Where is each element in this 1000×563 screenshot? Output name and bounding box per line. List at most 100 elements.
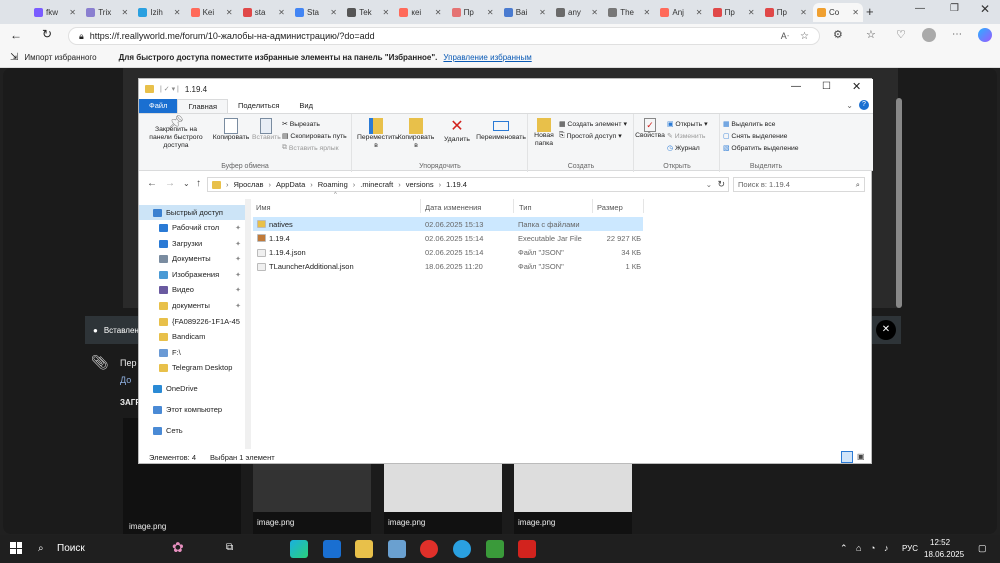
import-favorites-link[interactable]: Импорт избранного	[24, 53, 96, 62]
minimize-button[interactable]: —	[791, 81, 801, 92]
thumb-3[interactable]: image.png	[384, 458, 502, 534]
nav-item[interactable]: Сеть	[139, 423, 245, 438]
nav-item[interactable]: Рабочий стол ✦	[139, 220, 245, 235]
open-button[interactable]: ▣ Открыть ▾	[667, 120, 708, 129]
move-to-button[interactable]: Переместить в	[357, 118, 399, 150]
close-tab-icon[interactable]: ✕	[382, 8, 389, 17]
browser-tab[interactable]: Kei ✕	[187, 3, 237, 22]
copy-path-button[interactable]: ▤ Скопировать путь	[282, 132, 347, 141]
file-row[interactable]: 1.19.4.json 02.06.2025 15:14 Файл "JSON" 34…	[253, 246, 643, 260]
favorites-icon[interactable]: ☆	[866, 28, 876, 41]
browser-tab[interactable]: Пр ✕	[448, 3, 498, 22]
page-scrollbar[interactable]	[896, 98, 902, 308]
nav-scrollbar[interactable]	[245, 199, 251, 449]
paste-shortcut-button[interactable]: ⧉ Вставить ярлык	[282, 144, 339, 152]
breadcrumb[interactable]: › Ярослав › AppData › Roaming › .minecraft ›…	[207, 177, 729, 192]
invert-selection-button[interactable]: ▧ Обратить выделение	[723, 144, 799, 153]
browser-tab[interactable]: Sta ✕	[291, 3, 341, 22]
read-aloud-icon[interactable]: Aᐧ	[781, 31, 789, 42]
pin-button[interactable]: 📌︎ Закрепить на панели быстрого доступа	[143, 115, 209, 150]
manage-favorites-link[interactable]: Управление избранным	[443, 53, 531, 62]
breadcrumb-item[interactable]: 1.19.4	[446, 180, 467, 189]
properties-button[interactable]: ✓ Свойства	[635, 118, 665, 140]
browser-tab[interactable]: Пр ✕	[761, 3, 811, 22]
tab-home[interactable]: Главная	[177, 99, 228, 113]
nav-item[interactable]: Загрузки ✦	[139, 236, 245, 251]
file-row[interactable]: 1.19.4 02.06.2025 15:14 Executable Jar Fil…	[253, 231, 643, 245]
clock-time[interactable]: 12:52	[930, 538, 950, 547]
attach-sub[interactable]: До	[120, 375, 131, 385]
language-indicator[interactable]: РУС	[902, 544, 918, 553]
volume-icon[interactable]: ♪	[884, 543, 889, 553]
nav-item[interactable]: Telegram Desktop	[139, 360, 245, 375]
pin-icon[interactable]: ✦	[235, 286, 241, 294]
tray-chevron-icon[interactable]: ⌃	[840, 543, 848, 554]
nav-item[interactable]: Bandicam	[139, 329, 245, 344]
app-taskbar-icon[interactable]	[388, 540, 406, 558]
nav-item[interactable]: OneDrive	[139, 381, 245, 396]
new-folder-button[interactable]: Новая папка	[531, 118, 557, 148]
browser-tab[interactable]: Co ✕	[813, 3, 863, 22]
star-icon[interactable]: ☆	[800, 31, 809, 42]
thumb-4[interactable]: image.png	[514, 458, 632, 534]
select-none-button[interactable]: ▢ Снять выделение	[723, 132, 787, 141]
column-date[interactable]: Дата изменения	[425, 203, 481, 212]
quick-access-toolbar[interactable]: | ✓ ▾ |	[160, 85, 179, 93]
close-tab-icon[interactable]: ✕	[121, 8, 128, 17]
minimize-button[interactable]: —	[915, 3, 925, 14]
breadcrumb-item[interactable]: Ярослав	[234, 180, 264, 189]
cut-button[interactable]: ✂ Вырезать	[282, 120, 320, 129]
heart-icon[interactable]: ♡	[896, 28, 906, 41]
edge-icon[interactable]	[290, 540, 308, 558]
browser-tab[interactable]: Пр ✕	[709, 3, 759, 22]
close-tab-icon[interactable]: ✕	[643, 8, 650, 17]
explorer-taskbar-icon[interactable]	[355, 540, 373, 558]
file-row[interactable]: TLauncherAdditional.json 18.06.2025 11:20…	[253, 260, 643, 274]
maximize-button[interactable]: ❐	[950, 3, 959, 14]
recent-dropdown-icon[interactable]: ⌄	[183, 179, 190, 188]
breadcrumb-item[interactable]: AppData	[276, 180, 305, 189]
browser-tab[interactable]: Trix ✕	[82, 3, 132, 22]
new-tab-button[interactable]: +	[866, 4, 874, 19]
pin-icon[interactable]: ✦	[235, 224, 241, 232]
browser-tab[interactable]: Izih ✕	[134, 3, 184, 22]
file-row[interactable]: natives 02.06.2025 15:13 Папка с файлами	[253, 217, 643, 231]
column-size[interactable]: Размер	[597, 203, 623, 212]
copilot-icon[interactable]	[978, 28, 992, 42]
select-all-button[interactable]: ▦ Выделить все	[723, 120, 775, 129]
back-icon[interactable]: ←	[10, 28, 22, 42]
anydesk-icon[interactable]	[518, 540, 536, 558]
up-arrow-icon[interactable]: ↑	[196, 178, 201, 189]
edit-button[interactable]: ✎ Изменить	[667, 132, 705, 141]
taskbar-search[interactable]: Поиск	[57, 543, 85, 554]
pin-icon[interactable]: ✦	[235, 255, 241, 263]
browser-tab[interactable]: Ваі ✕	[500, 3, 550, 22]
browser-tab[interactable]: sta ✕	[239, 3, 289, 22]
breadcrumb-item[interactable]: Roaming	[318, 180, 348, 189]
close-tab-icon[interactable]: ✕	[278, 8, 285, 17]
notification-icon[interactable]: ▢	[978, 543, 987, 554]
nav-item[interactable]: Быстрый доступ	[139, 205, 245, 220]
browser-tab[interactable]: The ✕	[604, 3, 654, 22]
network-icon[interactable]: ⌂	[856, 543, 861, 553]
close-tab-icon[interactable]: ✕	[174, 8, 181, 17]
close-tab-icon[interactable]: ✕	[800, 8, 807, 17]
close-tab-icon[interactable]: ✕	[330, 8, 337, 17]
close-button[interactable]: ✕	[852, 80, 861, 93]
thumb-2[interactable]: image.png	[253, 458, 371, 534]
new-item-button[interactable]: ▦ Создать элемент ▾	[559, 120, 627, 129]
close-tab-icon[interactable]: ✕	[696, 8, 703, 17]
details-view-button[interactable]	[841, 451, 853, 463]
breadcrumb-item[interactable]: .minecraft	[360, 180, 393, 189]
browser-tab[interactable]: fkw ✕	[30, 3, 80, 22]
pin-icon[interactable]: ✦	[235, 271, 241, 279]
close-tab-icon[interactable]: ✕	[748, 8, 755, 17]
nav-item[interactable]: документы ✦	[139, 298, 245, 313]
minecraft-icon[interactable]	[486, 540, 504, 558]
url-input[interactable]: 🔒︎ https://f.reallyworld.me/forum/10-жал…	[68, 27, 820, 45]
avatar[interactable]	[922, 28, 936, 42]
help-icon[interactable]: ?	[859, 100, 869, 110]
browser-tab[interactable]: Tek ✕	[343, 3, 393, 22]
refresh-icon[interactable]: ↻	[42, 27, 52, 41]
close-tab-icon[interactable]: ✕	[435, 8, 442, 17]
